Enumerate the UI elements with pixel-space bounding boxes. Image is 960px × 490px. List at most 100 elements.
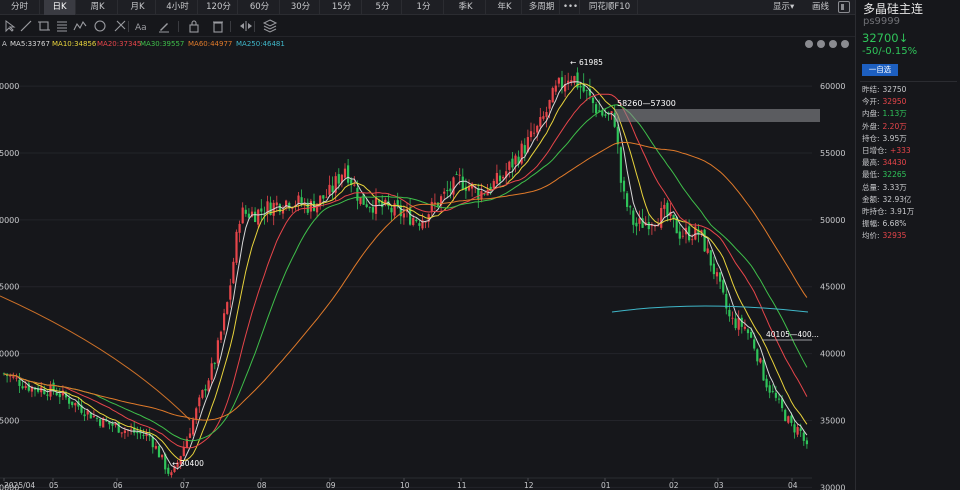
candle-body xyxy=(192,419,195,435)
sidebar-toggle-icon[interactable] xyxy=(838,1,850,13)
tab-7[interactable]: 30分 xyxy=(282,0,320,15)
candle-body xyxy=(514,155,517,165)
candle-body xyxy=(213,362,216,364)
x-tick-label: 11 xyxy=(457,481,467,490)
candle-body xyxy=(663,204,666,209)
add-watchlist-button[interactable]: 一自选 xyxy=(862,64,898,76)
candle-body xyxy=(703,229,706,252)
kline-chart[interactable]: 6000055000500004500040000350003000000005… xyxy=(0,50,855,490)
candle-body xyxy=(511,158,514,168)
stat-label: 日增仓: xyxy=(862,146,888,155)
candle-body xyxy=(219,331,223,340)
stat-label: 最低: xyxy=(862,170,880,180)
candle-body xyxy=(238,224,241,233)
candle-body xyxy=(666,202,669,216)
tab-10[interactable]: 1分 xyxy=(404,0,444,15)
ma-legend-item: MA5:33767 xyxy=(10,40,50,48)
tab-1[interactable]: 日K xyxy=(44,0,76,15)
candle-body xyxy=(402,213,405,218)
zigzag-icon[interactable] xyxy=(72,18,88,34)
candle-body xyxy=(136,431,139,434)
display-menu[interactable]: 显示▾ xyxy=(773,0,794,15)
stat-value: 32935 xyxy=(882,231,907,241)
crop-icon[interactable] xyxy=(36,18,52,34)
candle-body xyxy=(241,207,244,224)
tab-11[interactable]: 季K xyxy=(446,0,486,15)
candle-body xyxy=(533,132,536,134)
candle-body xyxy=(743,326,746,329)
stat-value: 3.95万 xyxy=(882,133,907,143)
stat-row: 内盘: 1.13万 xyxy=(862,108,907,120)
plus-circle-icon[interactable] xyxy=(817,40,825,48)
last-price: 32700↓ xyxy=(862,31,909,45)
candle-body xyxy=(120,432,123,434)
candle-body xyxy=(722,280,725,293)
candle-body xyxy=(746,329,750,334)
tab-5[interactable]: 120分 xyxy=(200,0,238,15)
collapse-icon[interactable] xyxy=(238,18,254,34)
minus-circle-icon[interactable] xyxy=(805,40,813,48)
candle-body xyxy=(167,467,170,474)
stat-row: 最高: 34430 xyxy=(862,157,906,169)
line-icon[interactable] xyxy=(18,18,34,34)
y-tick-label-left: 0000 xyxy=(0,82,19,91)
stat-label: 最高: xyxy=(862,158,880,168)
tab-4[interactable]: 4小时 xyxy=(158,0,198,15)
candle-body xyxy=(157,445,161,458)
candle-body xyxy=(750,332,753,338)
stat-row: 振幅: 6.68% xyxy=(862,218,906,230)
y-tick-label-right: 50000 xyxy=(820,216,845,225)
y-tick-label-right: 55000 xyxy=(820,149,845,158)
candle-body xyxy=(247,213,250,218)
stat-row: 今开: 32950 xyxy=(862,96,906,108)
drawing-toolbar: Aa xyxy=(0,15,855,37)
candle-body xyxy=(71,401,74,406)
candle-body xyxy=(244,209,247,214)
display-label: 显示 xyxy=(773,2,791,12)
tab-3[interactable]: 月K xyxy=(120,0,156,15)
close-circle-icon[interactable] xyxy=(841,40,849,48)
candle-body xyxy=(198,397,201,407)
candle-body xyxy=(601,111,604,116)
candle-body xyxy=(359,197,362,204)
pen-icon[interactable] xyxy=(156,18,172,34)
layers-icon[interactable] xyxy=(262,18,278,34)
x-tick-label: 2025/04 xyxy=(4,481,35,490)
trash-icon[interactable] xyxy=(210,18,226,34)
stat-label: 昨结: xyxy=(862,85,880,94)
candle-body xyxy=(551,88,554,103)
cursor-icon[interactable] xyxy=(2,18,18,34)
settings-circle-icon[interactable] xyxy=(829,40,837,48)
candle-body xyxy=(161,454,164,458)
candle-body xyxy=(95,417,99,419)
candle-body xyxy=(626,193,629,207)
tab-12[interactable]: 年K xyxy=(488,0,522,15)
stat-value: 32750 xyxy=(882,85,907,94)
x-tick-label: 03 xyxy=(714,481,724,490)
lock-icon[interactable] xyxy=(186,18,202,34)
candle-body xyxy=(805,440,808,445)
grid-lines-icon[interactable] xyxy=(54,18,70,34)
text-icon[interactable]: Aa xyxy=(134,18,150,34)
stat-row: 最低: 32265 xyxy=(862,169,906,181)
stat-label: 内盘: xyxy=(862,109,880,119)
tab-15[interactable]: 同花顺F10 xyxy=(582,0,638,15)
candle-body xyxy=(58,393,61,398)
tab-14[interactable]: ••• xyxy=(562,0,580,15)
tab-13[interactable]: 多周期 xyxy=(524,0,560,15)
tab-2[interactable]: 周K xyxy=(78,0,118,15)
tab-6[interactable]: 60分 xyxy=(240,0,280,15)
candle-body xyxy=(774,392,777,398)
y-tick-label-left: 5000 xyxy=(0,283,19,292)
fibonacci-icon[interactable] xyxy=(112,18,128,34)
candle-body xyxy=(709,250,712,266)
candle-body xyxy=(619,147,622,183)
tab-8[interactable]: 15分 xyxy=(322,0,362,15)
tab-9[interactable]: 5分 xyxy=(364,0,402,15)
candle-body xyxy=(111,423,114,426)
draw-line-button[interactable]: 画线 xyxy=(812,0,829,15)
ma-legend-item: MA250:46481 xyxy=(236,40,285,48)
ellipse-icon[interactable] xyxy=(92,18,108,34)
tab-0[interactable]: 分时 xyxy=(0,0,40,15)
stat-label: 外盘: xyxy=(862,121,880,131)
